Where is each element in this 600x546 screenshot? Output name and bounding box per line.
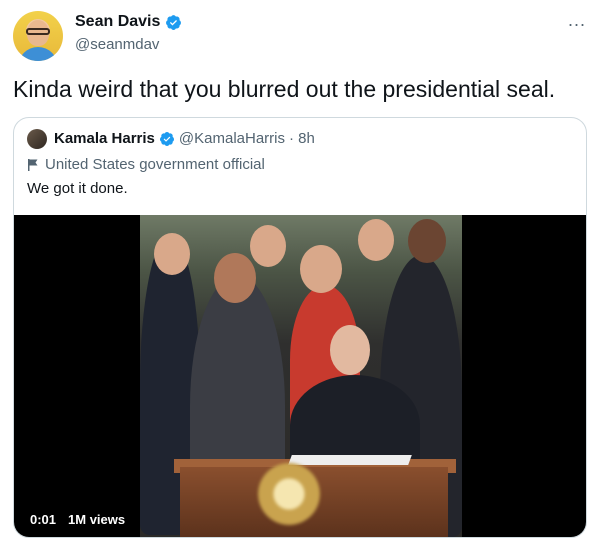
- video-timestamp: 0:01: [30, 512, 57, 527]
- flag-icon: [28, 158, 38, 171]
- crowd-head: [214, 253, 256, 303]
- crowd-head: [408, 219, 446, 263]
- crowd-head: [358, 219, 394, 261]
- quoted-author-row: Kamala Harris @KamalaHarris · 8h: [54, 130, 315, 147]
- more-options-icon[interactable]: ...: [568, 10, 586, 31]
- government-official-text: United States government official: [45, 156, 265, 173]
- seated-head: [330, 325, 370, 375]
- tweet-text: Kinda weird that you blurred out the pre…: [13, 76, 556, 102]
- avatar-glasses: [26, 28, 50, 35]
- papers: [288, 455, 412, 465]
- video-views: 1M views: [68, 512, 126, 527]
- video-stats: 0:01 1M views: [30, 512, 125, 527]
- quoted-author-handle[interactable]: @KamalaHarris: [179, 130, 285, 147]
- author-avatar[interactable]: [13, 11, 63, 61]
- author-handle[interactable]: @seanmdav: [75, 36, 159, 53]
- verified-badge-icon: [166, 14, 182, 30]
- blurred-seal: [258, 463, 320, 525]
- quoted-timestamp[interactable]: · 8h: [289, 130, 315, 147]
- quoted-tweet-text: We got it done.: [27, 180, 128, 197]
- quoted-author-name[interactable]: Kamala Harris: [54, 130, 155, 147]
- crowd-head: [250, 225, 286, 267]
- crowd-head: [154, 233, 190, 275]
- quoted-tweet[interactable]: Kamala Harris @KamalaHarris · 8h United …: [13, 117, 587, 538]
- verified-badge-icon: [159, 131, 174, 146]
- author-name[interactable]: Sean Davis: [75, 13, 160, 31]
- avatar-shirt: [18, 47, 58, 61]
- quoted-author-avatar[interactable]: [27, 129, 47, 149]
- video-player[interactable]: 0:01 1M views: [14, 215, 586, 537]
- government-official-label: United States government official: [27, 156, 265, 173]
- crowd-head: [300, 245, 342, 293]
- video-frame: [140, 215, 462, 537]
- author-name-row: Sean Davis: [75, 13, 182, 31]
